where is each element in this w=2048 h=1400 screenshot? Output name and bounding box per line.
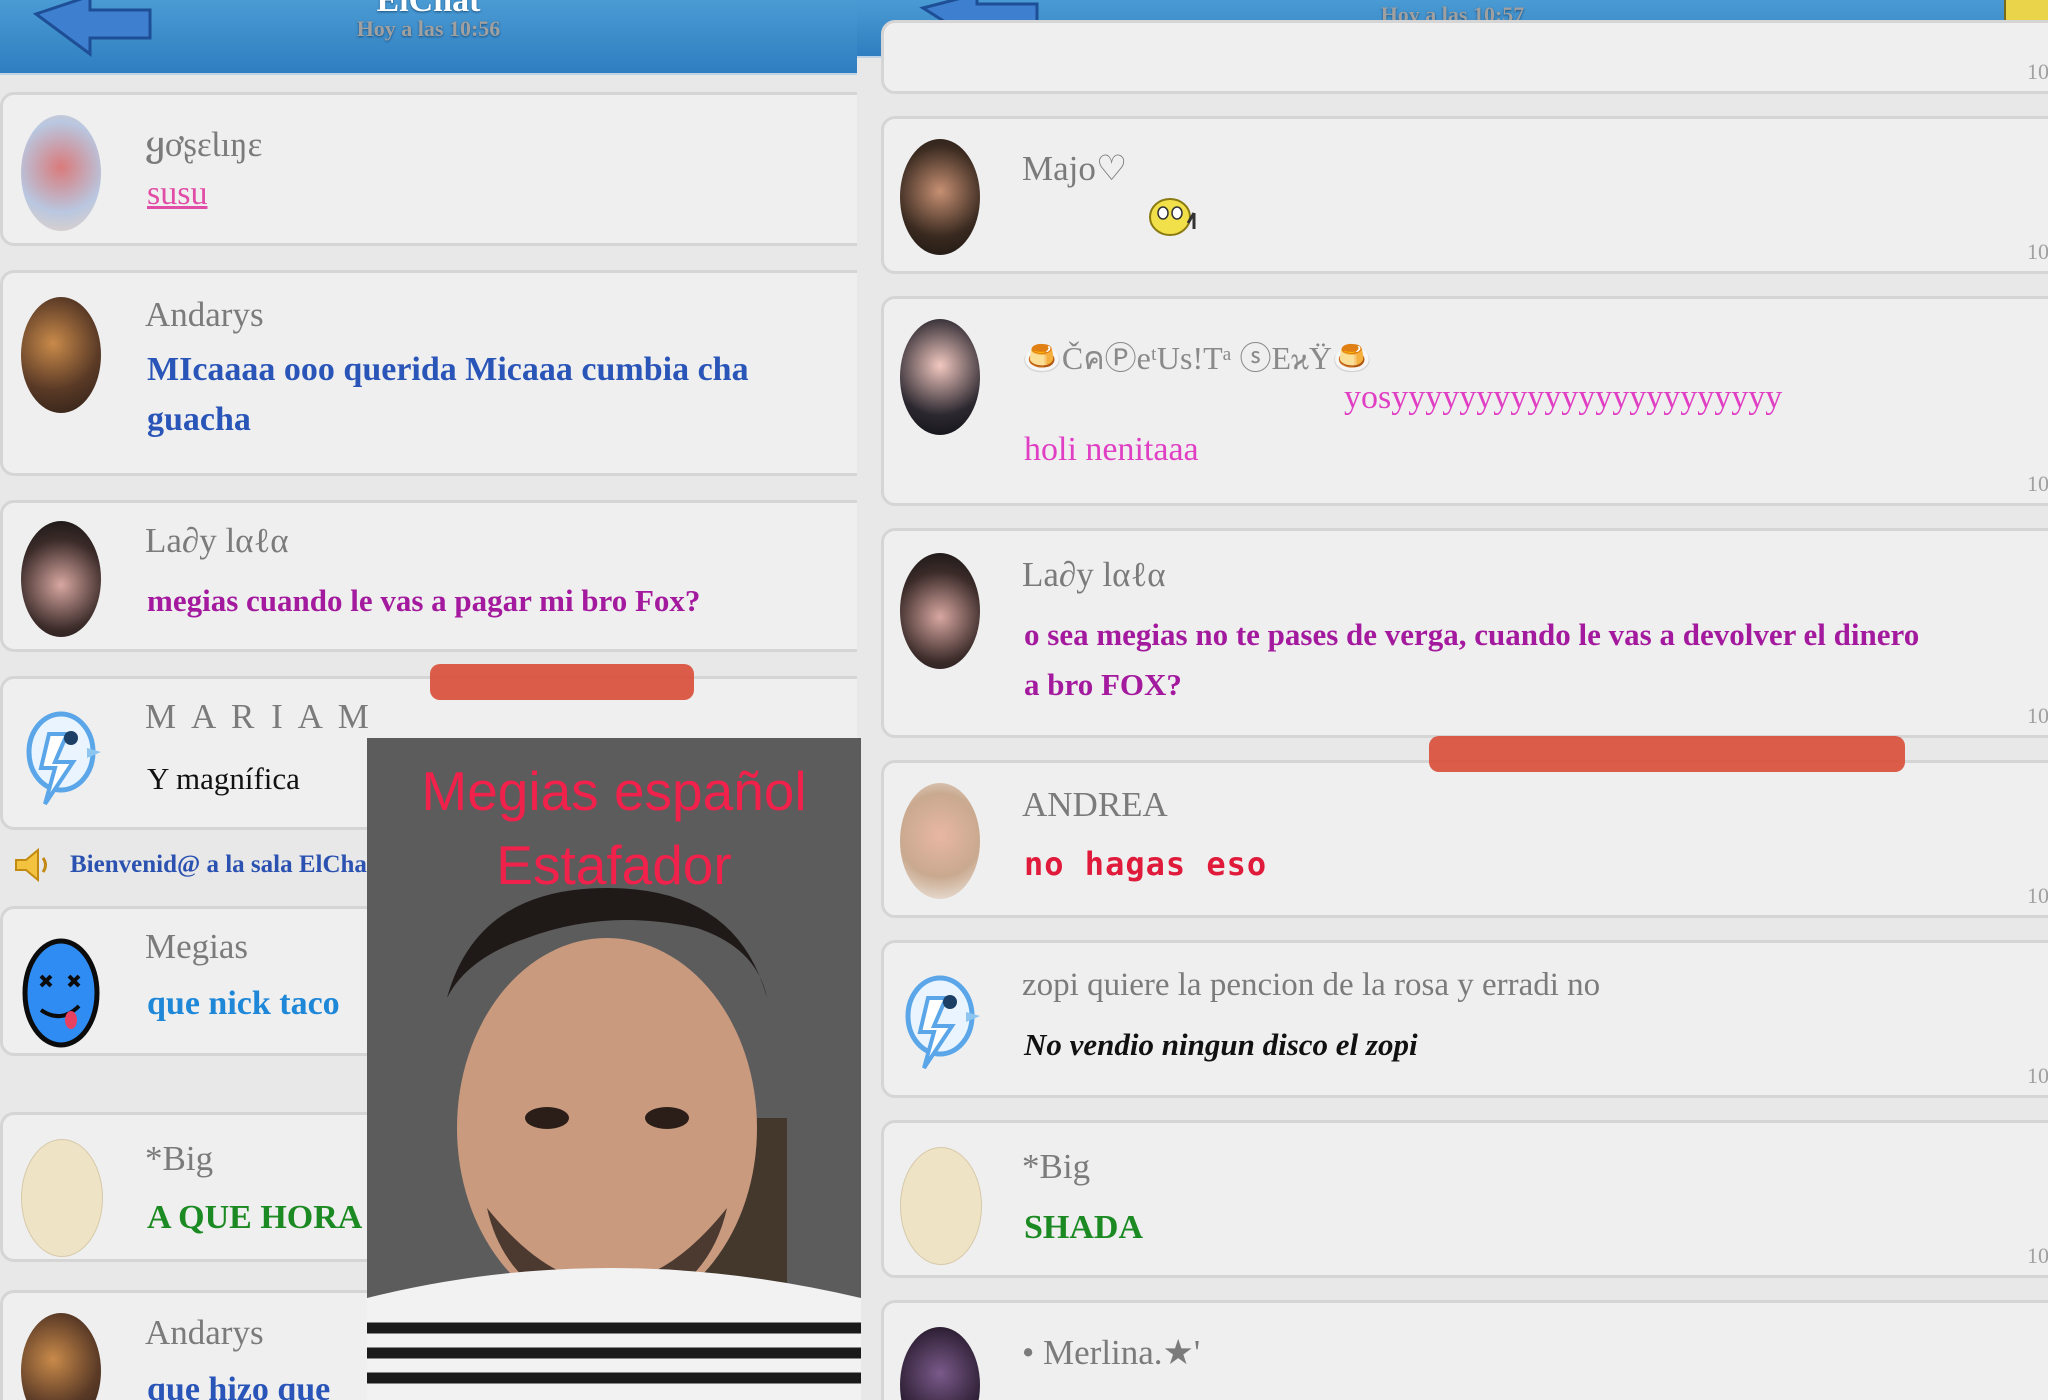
message-time: 10:57	[2027, 703, 2048, 728]
message-text-line1[interactable]: MIcaaaa ooo querida Micaaa cumbia cha	[147, 351, 749, 389]
system-text: Bienvenid@ a la sala ElChat	[70, 851, 376, 878]
chat-message: ANDREA no hagas eso 10:57	[881, 760, 2048, 918]
chat-message: Majo♡ 10:57	[881, 116, 2048, 274]
message-text[interactable]: megias cuando le vas a pagar mi bro Fox?	[147, 583, 700, 619]
avatar[interactable]	[21, 521, 101, 637]
nickname[interactable]: 🍮ČคⓅeᵗUsǃTᵃ ⓢEϰŸ🍮	[1022, 333, 1372, 384]
overlay-title-line1: Megias español	[421, 760, 807, 822]
emoji-icon	[1149, 198, 1196, 236]
message-time: 10:57	[2027, 239, 2048, 264]
message-text-line2[interactable]: a bro FOX?	[1024, 667, 1182, 703]
chat-message: *Big SHADA 10:57	[881, 1120, 2048, 1278]
message-text[interactable]: que nick taco	[147, 985, 340, 1023]
message-text-line1[interactable]: o sea megias no te pases de verga, cuand…	[1024, 617, 1919, 653]
message-text[interactable]: Y magnífica	[147, 761, 300, 797]
chat-message: 10:57	[881, 20, 2048, 94]
message-text[interactable]: A QUE HORA	[147, 1199, 362, 1237]
avatar[interactable]	[900, 1327, 980, 1400]
red-strike-mark	[430, 664, 694, 700]
message-text[interactable]: no hagas eso	[1024, 845, 1267, 883]
nickname[interactable]: zopi quiere la pencion de la rosa y erra…	[1022, 967, 1600, 1004]
chat-message: zopi quiere la pencion de la rosa y erra…	[881, 940, 2048, 1098]
red-strike-mark	[1429, 736, 1905, 772]
offer-avatar[interactable]	[900, 1147, 982, 1265]
chat-message: La∂y lαℓα o sea megias no te pases de ve…	[881, 528, 2048, 738]
time-header: Hoy a las 10:56	[356, 16, 501, 41]
message-time: 10:57	[2027, 883, 2048, 908]
message-text[interactable]: No vendio ningun disco el zopi	[1024, 1027, 1418, 1063]
avatar[interactable]	[21, 297, 101, 413]
nickname[interactable]: • Merlina.★'	[1022, 1333, 1200, 1373]
message-time: 10:57	[2027, 1243, 2048, 1268]
message-text[interactable]: susu	[147, 175, 207, 213]
bird-avatar-icon[interactable]	[21, 701, 101, 817]
message-time: 10:57	[2027, 471, 2048, 496]
nickname[interactable]: *Big	[1022, 1147, 1090, 1187]
chat-message: ყơʂɛƖıŋɛ susu	[0, 92, 857, 246]
avatar[interactable]	[21, 115, 101, 231]
chat-panel-right: Hoy a las 10:57 10:57 Majo♡ 10:57 🍮ČคⓅeᵗ…	[857, 0, 2048, 1400]
avatar[interactable]	[900, 553, 980, 669]
nickname[interactable]: ყơʂɛƖıŋɛ	[145, 125, 262, 165]
message-text[interactable]: SHADA	[1024, 1209, 1143, 1247]
nickname[interactable]: La∂y lαℓα	[145, 521, 289, 561]
dizzy-face-avatar-icon[interactable]	[21, 935, 101, 1051]
nickname[interactable]: Majo♡	[1022, 149, 1127, 189]
chat-message: La∂y lαℓα megias cuando le vas a pagar m…	[0, 500, 857, 652]
message-text-line2[interactable]: guacha	[147, 401, 251, 439]
nickname[interactable]: Megias	[145, 927, 248, 967]
avatar[interactable]	[900, 783, 980, 899]
nickname[interactable]: M A R I A M	[145, 697, 373, 737]
nickname[interactable]: ANDREA	[1022, 785, 1168, 825]
avatar[interactable]	[900, 139, 980, 255]
header-bar: ElChat Hoy a las 10:56	[0, 0, 857, 75]
nickname[interactable]: Andarys	[145, 295, 264, 335]
overlay-photo: Megias español Estafador	[367, 738, 861, 1400]
nickname[interactable]: *Big	[145, 1139, 213, 1179]
message-text-line1[interactable]: yosyyyyyyyyyyyyyyyyyyyyyyy	[1344, 379, 1782, 417]
speaker-icon	[15, 848, 47, 882]
message-time: 10:57	[2027, 59, 2048, 84]
avatar[interactable]	[21, 1313, 101, 1400]
overlay-title-line2: Estafador	[496, 834, 732, 896]
message-time: 10:57	[2027, 1063, 2048, 1088]
chat-message: Andarys MIcaaaa ooo querida Micaaa cumbi…	[0, 270, 857, 476]
chat-message: • Merlina.★'	[881, 1300, 2048, 1400]
offer-avatar[interactable]	[21, 1139, 103, 1257]
system-welcome-message: Bienvenid@ a la sala ElChat	[14, 848, 375, 882]
bird-avatar-icon[interactable]	[900, 965, 980, 1081]
message-text-line2[interactable]: holi nenitaaa	[1024, 431, 1199, 469]
nickname[interactable]: Andarys	[145, 1313, 264, 1353]
chat-message: 🍮ČคⓅeᵗUsǃTᵃ ⓢEϰŸ🍮 yosyyyyyyyyyyyyyyyyyyy…	[881, 296, 2048, 506]
avatar[interactable]	[900, 319, 980, 435]
message-text[interactable]: que hizo que	[147, 1371, 330, 1400]
nickname[interactable]: La∂y lαℓα	[1022, 555, 1166, 595]
